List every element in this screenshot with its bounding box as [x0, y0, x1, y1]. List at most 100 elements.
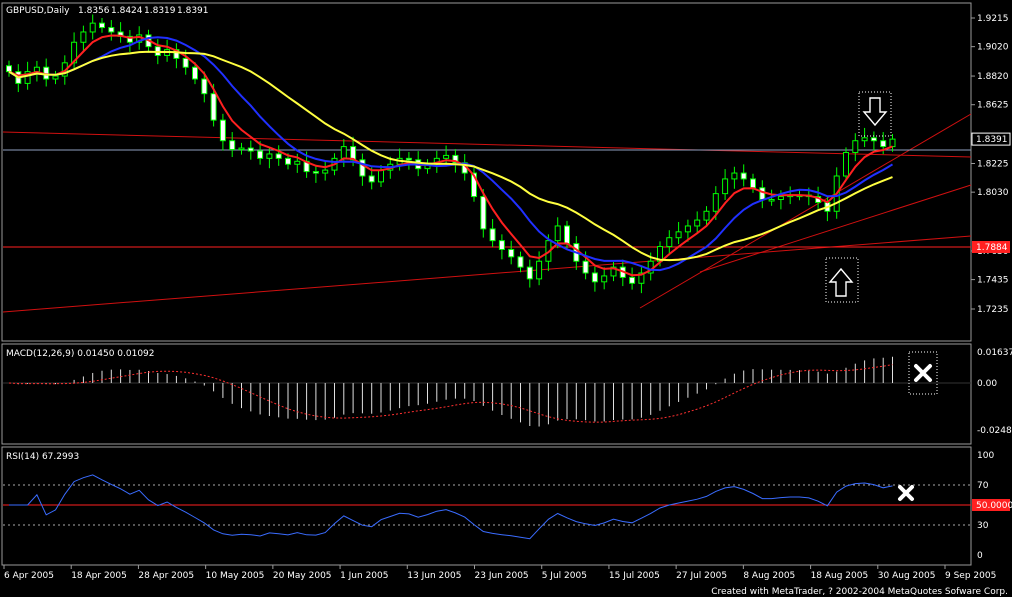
date-label: 30 Aug 2005	[878, 571, 936, 581]
candle-body	[591, 272, 598, 283]
rsi-tick-label: 30	[977, 521, 989, 531]
candle-body	[359, 159, 366, 177]
axis-layer: 1.92151.90201.88201.86251.82251.80301.76…	[3, 14, 1012, 581]
candle-body	[275, 153, 282, 159]
down-arrow-icon	[858, 91, 892, 137]
footer-credit: Created with MetaTrader, ? 2002-2004 Met…	[711, 587, 1008, 597]
price-tick-label: 1.7435	[977, 276, 1009, 286]
date-label: 6 Apr 2005	[4, 571, 54, 581]
candle-body	[582, 260, 589, 274]
up-arrow-icon	[825, 257, 859, 303]
horizontal-level-text: 1.7884	[976, 243, 1008, 253]
macd-layer	[3, 356, 971, 427]
rsi-line	[9, 474, 893, 540]
price-tick-label: 1.8820	[977, 72, 1009, 82]
candle-body	[861, 137, 868, 142]
date-label: 28 Apr 2005	[138, 571, 194, 581]
rsi-layer	[3, 474, 971, 540]
trendline	[639, 113, 972, 309]
rsi-tick-label: 0	[977, 551, 983, 561]
ohlc-open: 1.8356	[78, 6, 110, 16]
candle-body	[880, 140, 887, 148]
ohlc-high: 1.8424	[111, 6, 143, 16]
price-tick-label: 1.7235	[977, 305, 1009, 315]
candle-body	[517, 256, 524, 268]
price-tick-label: 1.8625	[977, 101, 1009, 111]
current-price-text: 1.8391	[976, 135, 1008, 145]
candle-body	[312, 171, 319, 174]
date-label: 18 Aug 2005	[811, 571, 869, 581]
date-label: 23 Jun 2005	[475, 571, 529, 581]
rsi-tick-label: 100	[977, 451, 994, 461]
candle-body	[489, 228, 496, 242]
candle-body	[889, 138, 896, 148]
candle-body	[731, 172, 738, 180]
candle-body	[852, 140, 859, 153]
candle-body	[536, 260, 543, 280]
candle-body	[257, 150, 264, 159]
candle-body	[210, 93, 217, 121]
rsi-panel-frame	[1, 446, 972, 566]
candle-body	[740, 172, 747, 180]
date-label: 18 Apr 2005	[71, 571, 127, 581]
date-label: 20 May 2005	[273, 571, 332, 581]
macd-panel-frame	[1, 343, 972, 445]
candle-body	[443, 154, 450, 159]
candle-body	[80, 31, 87, 43]
date-label: 13 Jun 2005	[407, 571, 461, 581]
candle-body	[694, 219, 701, 227]
price-layer	[2, 14, 972, 313]
candle-body	[554, 225, 561, 242]
price-tick-label: 1.8030	[977, 188, 1009, 198]
candle-body	[405, 157, 412, 161]
candle-body	[843, 151, 849, 177]
chart-canvas: 1.92151.90201.88201.86251.82251.80301.76…	[1, 2, 1012, 597]
trendline	[2, 131, 972, 158]
candle-body	[712, 193, 719, 212]
candle-body	[192, 66, 198, 80]
candle-body	[340, 146, 347, 159]
candle-body	[564, 225, 570, 245]
macd-tick-label: -0.02483	[977, 426, 1012, 436]
candle-body	[285, 157, 291, 165]
candle-body	[722, 178, 729, 195]
moving-average-line	[8, 50, 893, 262]
rsi-level-text: 50.0000	[976, 501, 1012, 511]
price-tick-label: 1.8225	[977, 160, 1009, 170]
moving-average-line	[8, 34, 893, 277]
date-label: 5 Jul 2005	[542, 571, 587, 581]
candle-body	[219, 119, 226, 142]
candle-body	[99, 22, 105, 29]
date-label: 15 Jul 2005	[609, 571, 660, 581]
candle-body	[247, 147, 254, 152]
candle-body	[294, 160, 301, 165]
candle-body	[378, 169, 384, 183]
candle-body	[508, 248, 515, 258]
candle-body	[480, 196, 487, 230]
candle-body	[675, 231, 682, 239]
candle-body	[768, 199, 775, 202]
candle-body	[526, 266, 533, 280]
candle-body	[368, 175, 375, 183]
price-tick-label: 1.9215	[977, 14, 1009, 24]
date-label: 8 Aug 2005	[743, 571, 795, 581]
candle-body	[108, 27, 115, 33]
macd-tick-label: 0.01637	[977, 348, 1012, 358]
candle-body	[759, 187, 766, 201]
macd-label: MACD(12,26,9) 0.01450 0.01092	[6, 349, 155, 359]
macd-tick-label: 0.00	[977, 379, 997, 389]
candle-body	[629, 276, 636, 284]
candle-body	[322, 169, 329, 174]
price-tick-label: 1.9020	[977, 43, 1009, 53]
candle-body	[870, 137, 877, 142]
candle-body	[703, 210, 710, 221]
candle-body	[266, 153, 273, 159]
date-label: 27 Jul 2005	[676, 571, 727, 581]
date-label: 9 Sep 2005	[945, 571, 996, 581]
macd-signal-line	[8, 364, 893, 423]
candle-body	[229, 140, 236, 151]
candle-body	[684, 225, 691, 233]
symbol-label: GBPUSD,Daily	[6, 6, 70, 16]
candle-body	[666, 237, 673, 248]
candle-body	[601, 275, 608, 283]
